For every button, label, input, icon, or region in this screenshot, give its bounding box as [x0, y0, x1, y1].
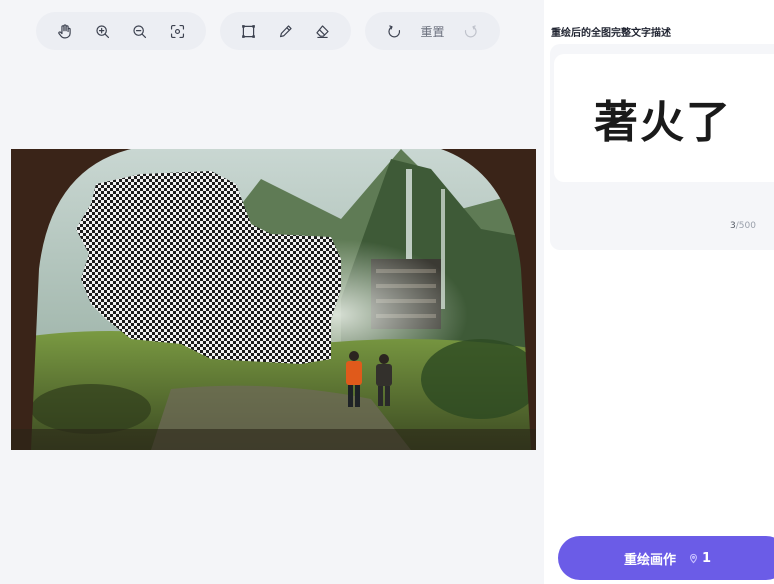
- prompt-card: 著火了 3/500: [550, 44, 774, 250]
- rect-select-icon[interactable]: [236, 18, 262, 44]
- edit-tool-group: [220, 12, 351, 50]
- redraw-button-label: 重绘画作: [624, 552, 677, 568]
- brush-icon[interactable]: [273, 18, 299, 44]
- zoom-out-icon[interactable]: [127, 18, 153, 44]
- edit-image[interactable]: [11, 149, 536, 450]
- canvas-area[interactable]: 重置: [0, 0, 544, 584]
- char-count-max: /500: [735, 221, 756, 231]
- char-counter: 3/500: [730, 221, 756, 231]
- redraw-button[interactable]: 重绘画作 1: [558, 536, 774, 580]
- toolbar: 重置: [0, 12, 544, 50]
- prompt-panel: 重绘后的全图完整文字描述 著火了 3/500 重绘画作 1: [544, 0, 774, 584]
- redo-icon[interactable]: [457, 18, 483, 44]
- prompt-textarea[interactable]: 著火了: [554, 54, 774, 182]
- app-root: 重置 重绘后的全图完整文字描述 著火了 3/500 重绘画作 1: [0, 0, 774, 584]
- undo-icon[interactable]: [381, 18, 407, 44]
- fit-screen-icon[interactable]: [164, 18, 190, 44]
- reset-button[interactable]: 重置: [420, 23, 444, 40]
- history-tool-group: 重置: [365, 12, 500, 50]
- cost-value: 1: [702, 550, 712, 566]
- zoom-in-icon[interactable]: [89, 18, 115, 44]
- cost-badge: 1: [688, 551, 711, 566]
- eraser-icon[interactable]: [310, 18, 336, 44]
- panel-title: 重绘后的全图完整文字描述: [551, 28, 671, 39]
- view-tool-group: [36, 12, 206, 50]
- credit-icon: [690, 553, 697, 563]
- hand-icon[interactable]: [52, 18, 78, 44]
